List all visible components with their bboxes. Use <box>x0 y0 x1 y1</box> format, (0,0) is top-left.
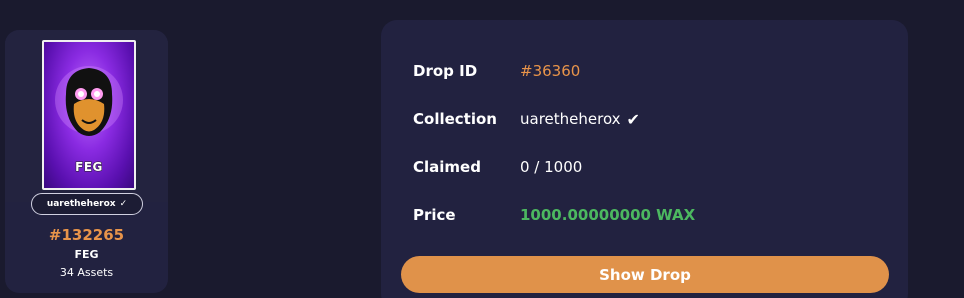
price-value: 1000.00000000 WAX <box>520 206 696 224</box>
asset-image-label: FEG <box>75 160 103 175</box>
drop-id-row: Drop ID #36360 <box>413 59 580 83</box>
collection-row: Collection uaretheherox ✔ <box>413 107 640 131</box>
asset-name: FEG <box>74 248 99 261</box>
asset-image[interactable]: FEG <box>42 40 136 190</box>
collection-pill-label: uaretheherox <box>46 199 116 209</box>
collection-value-group[interactable]: uaretheherox ✔ <box>520 110 640 129</box>
drop-details-panel: Drop ID #36360 Collection uaretheherox ✔… <box>381 20 908 298</box>
page: FEG uaretheherox ✓ #132265 FEG 34 Assets… <box>0 0 964 298</box>
collection-label: Collection <box>413 110 497 128</box>
drop-id-value: #36360 <box>520 62 581 80</box>
price-row: Price 1000.00000000 WAX <box>413 203 695 227</box>
asset-count: 34 Assets <box>59 266 114 279</box>
asset-card[interactable]: FEG uaretheherox ✓ #132265 FEG 34 Assets <box>5 30 168 293</box>
collection-pill[interactable]: uaretheherox ✓ <box>31 193 143 215</box>
collection-value[interactable]: uaretheherox <box>520 110 621 128</box>
price-label: Price <box>413 206 456 224</box>
verified-check-icon: ✔ <box>626 109 640 129</box>
show-drop-button[interactable]: Show Drop <box>401 256 889 293</box>
claimed-row: Claimed 0 / 1000 <box>413 155 582 179</box>
drop-id-label: Drop ID <box>413 62 478 80</box>
claimed-value: 0 / 1000 <box>520 158 583 176</box>
asset-id: #132265 <box>48 226 125 244</box>
claimed-label: Claimed <box>413 158 481 176</box>
verified-check-icon: ✓ <box>119 199 128 209</box>
